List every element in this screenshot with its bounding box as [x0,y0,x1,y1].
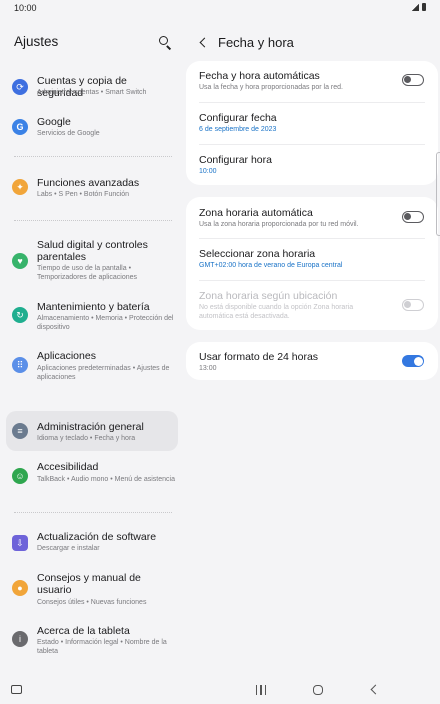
sidebar-item-accessibility[interactable]: ☺ Accesibilidad TalkBack • Audio mono • … [6,458,178,500]
sidebar-item-maintenance[interactable]: ↻ Mantenimiento y batería Almacenamiento… [6,298,178,338]
timezone-card: Zona horaria automática Usa la zona hora… [186,197,438,330]
sidebar-item-label: Acerca de la tableta [37,625,130,637]
select-timezone-value: GMT+02:00 hora de verano de Europa centr… [199,262,343,269]
format-24h-toggle[interactable] [402,355,424,367]
location-timezone-toggle [402,299,424,311]
divider [14,512,172,513]
sidebar-item-advanced[interactable]: ✦ Funciones avanzadas Labs • S Pen • Bot… [6,172,178,202]
sliders-icon: ≡ [12,423,28,439]
sidebar-item-label: Aplicaciones [37,350,96,362]
divider [14,156,172,157]
datetime-card: Fecha y hora automáticas Usa la fecha y … [186,61,438,185]
signal-icon [411,3,419,11]
sidebar-item-subtitle: TalkBack • Audio mono • Menú de asistenc… [37,476,175,483]
sidebar-item-subtitle: Labs • S Pen • Botón Función [37,191,130,198]
sidebar-item-software-update[interactable]: ⇩ Actualización de software Descargar e … [6,528,178,558]
battery-icon [422,3,426,11]
settings-title: Ajustes [14,34,59,49]
settings-list-pane: Ajustes ⟳ Cuentas y copia de seguridad A… [0,18,186,668]
auto-datetime-toggle[interactable] [402,74,424,86]
location-timezone-subtitle: No está disponible cuando la opción Zona… [199,304,354,320]
format-card: Usar formato de 24 horas 13:00 [186,342,438,380]
lightbulb-icon: ● [12,580,28,596]
auto-timezone-subtitle: Usa la zona horaria proporcionada por tu… [199,221,359,228]
sidebar-item-tips[interactable]: ● Consejos y manual de usuario Consejos … [6,570,178,612]
set-time-row[interactable]: Configurar hora 10:00 [186,145,438,185]
auto-datetime-title: Fecha y hora automáticas [199,70,320,82]
sidebar-item-label: Consejos y manual de usuario [37,572,141,596]
sidebar-item-label: Mantenimiento y batería [37,301,150,313]
page-title: Fecha y hora [218,35,294,50]
status-icons [411,3,426,11]
nav-back-button[interactable] [370,684,381,695]
gear-plus-icon: ✦ [12,179,28,195]
set-date-title: Configurar fecha [199,112,277,124]
keyboard-icon[interactable] [11,685,22,694]
sidebar-item-about-tablet[interactable]: i Acerca de la tableta Estado • Informac… [6,622,178,662]
recents-button[interactable] [256,685,266,695]
sidebar-item-subtitle: Aplicaciones predeterminadas • Ajustes d… [37,365,170,381]
divider [14,220,172,221]
refresh-icon: ↻ [12,307,28,323]
sidebar-item-subtitle: Consejos útiles • Nuevas funciones [37,599,147,606]
auto-datetime-subtitle: Usa la fecha y hora proporcionadas por l… [199,84,343,91]
auto-datetime-row[interactable]: Fecha y hora automáticas Usa la fecha y … [186,61,438,102]
sidebar-item-subtitle: Idioma y teclado • Fecha y hora [37,435,136,442]
sidebar-item-subtitle: Descargar e instalar [37,545,100,552]
search-icon [159,36,168,45]
sidebar-item-label: Salud digital y controles parentales [37,239,148,263]
sidebar-item-apps[interactable]: ⠿ Aplicaciones Aplicaciones predetermina… [6,348,178,388]
sync-icon: ⟳ [12,79,28,95]
sidebar-item-label: Administración general [37,421,144,433]
sidebar-item-google[interactable]: G Google Servicios de Google [6,112,178,142]
chevron-left-icon [199,37,210,48]
status-bar: 10:00 [0,0,440,18]
update-icon: ⇩ [12,535,28,551]
auto-timezone-row[interactable]: Zona horaria automática Usa la zona hora… [186,197,438,238]
navigation-bar [0,676,440,704]
home-button[interactable] [313,685,323,695]
sidebar-item-label: Accesibilidad [37,461,99,473]
location-timezone-row: Zona horaria según ubicación No está dis… [186,281,438,330]
set-date-value: 6 de septiembre de 2023 [199,126,277,133]
sidebar-item-subtitle: Administrar cuentas • Smart Switch [37,89,147,96]
accessibility-icon: ☺ [12,468,28,484]
set-time-value: 10:00 [199,168,217,175]
auto-timezone-toggle[interactable] [402,211,424,223]
google-icon: G [12,119,28,135]
sidebar-item-wellbeing[interactable]: ♥ Salud digital y controles parentales T… [6,236,178,286]
sidebar-item-accounts[interactable]: ⟳ Cuentas y copia de seguridad Administr… [6,70,178,102]
back-button[interactable] [198,37,210,49]
sidebar-item-subtitle: Tiempo de uso de la pantalla • Temporiza… [37,265,137,281]
set-date-row[interactable]: Configurar fecha 6 de septiembre de 2023 [186,103,438,144]
side-panel-handle[interactable] [436,152,440,236]
format-24h-title: Usar formato de 24 horas [199,351,319,363]
format-24h-subtitle: 13:00 [199,365,217,372]
select-timezone-title: Seleccionar zona horaria [199,248,316,260]
search-button[interactable] [158,35,174,51]
sidebar-item-general-management[interactable]: ≡ Administración general Idioma y teclad… [6,411,178,451]
apps-grid-icon: ⠿ [12,357,28,373]
auto-timezone-title: Zona horaria automática [199,207,313,219]
sidebar-item-label: Actualización de software [37,531,157,543]
sidebar-item-label: Google [37,116,71,128]
select-timezone-row[interactable]: Seleccionar zona horaria GMT+02:00 hora … [186,239,438,280]
sidebar-item-subtitle: Servicios de Google [37,130,100,137]
format-24h-row[interactable]: Usar formato de 24 horas 13:00 [186,342,438,380]
sidebar-item-subtitle: Almacenamiento • Memoria • Protección de… [37,315,174,331]
sidebar-item-label: Funciones avanzadas [37,177,140,189]
info-icon: i [12,631,28,647]
heart-icon: ♥ [12,253,28,269]
sidebar-item-subtitle: Estado • Información legal • Nombre de l… [37,639,167,655]
set-time-title: Configurar hora [199,154,272,166]
status-time: 10:00 [14,3,37,13]
location-timezone-title: Zona horaria según ubicación [199,290,338,302]
